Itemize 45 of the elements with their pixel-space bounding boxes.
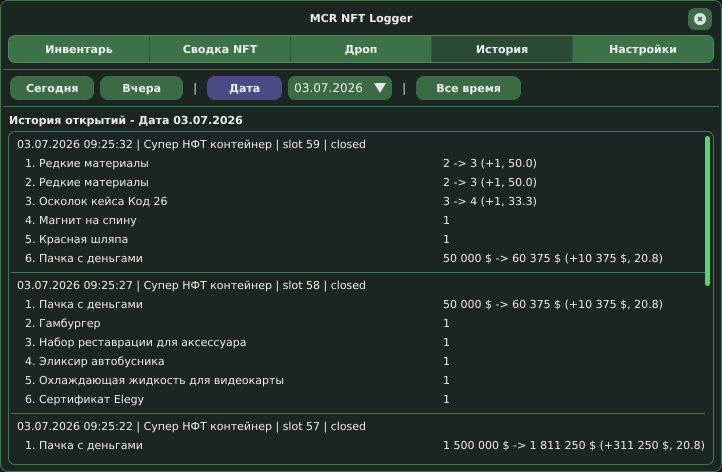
item-name: 4. Магнит на спину	[25, 213, 138, 229]
item-value: 1	[443, 316, 451, 332]
item-name: 2. Гамбургер	[25, 316, 102, 332]
item-name: 2. Редкие материалы	[25, 175, 150, 191]
separator: |	[192, 81, 198, 95]
item-value: 2 -> 3 (+1, 50.0)	[443, 175, 538, 191]
item-value: 3 -> 4 (+1, 33.3)	[443, 194, 538, 210]
close-icon	[694, 13, 706, 25]
item-value: 1	[443, 354, 451, 370]
item-value: 1	[443, 373, 451, 389]
entry-header: 03.07.2026 09:25:27 | Супер НФТ контейнер | slot 58 | closed	[17, 278, 368, 294]
item-value: 2 -> 3 (+1, 50.0)	[443, 156, 538, 172]
entry-header: 03.07.2026 09:25:32 | Супер НФТ контейнер | slot 59 | closed	[17, 137, 368, 153]
item-name: 1. Пачка с деньгами	[25, 438, 144, 454]
date-field[interactable]: 03.07.2026	[288, 76, 368, 100]
item-name: 3. Набор реставрации для аксессуара	[25, 335, 248, 351]
item-name: 6. Сертификат Elegy	[25, 392, 146, 408]
item-value: 1 500 000 $ -> 1 811 250 $ (+311 250 $, 20.8)	[443, 438, 705, 454]
item-name: 6. Пачка с деньгами	[25, 251, 144, 267]
filter-button[interactable]: Сегодня	[10, 76, 94, 100]
item-name: 5. Охлаждающая жидкость для видеокарты	[25, 373, 286, 389]
tab[interactable]: Инвентарь	[9, 36, 150, 62]
filter-button[interactable]: Дата	[207, 76, 282, 100]
item-name: 4. Эликсир автобусника	[25, 354, 166, 370]
item-value: 1	[443, 392, 451, 408]
item-name: 3. Осколок кейса Код 26	[25, 194, 168, 210]
entry-header: 03.07.2026 09:25:22 | Супер НФТ контейнер | slot 57 | closed	[17, 419, 368, 435]
item-value: 1	[443, 232, 451, 248]
item-value: 1	[443, 213, 451, 229]
window-title: MCR NFT Logger	[310, 12, 412, 24]
item-name: 1. Пачка с деньгами	[25, 297, 144, 313]
close-button[interactable]	[688, 8, 712, 30]
filter-button[interactable]: Вчера	[100, 76, 184, 100]
item-value: 1	[443, 335, 451, 351]
caret-icon	[374, 83, 386, 93]
separator: |	[401, 81, 408, 95]
filter-button[interactable]: Все время	[416, 76, 521, 100]
scrollbar[interactable]	[705, 136, 710, 286]
history-heading: История открытий - Дата 03.07.2026	[8, 113, 244, 129]
item-name: 1. Редкие материалы	[25, 156, 150, 172]
tab[interactable]: История	[432, 36, 573, 62]
item-value: 50 000 $ -> 60 375 $ (+10 375 $, 20.8)	[443, 251, 664, 267]
date-dropdown[interactable]: 03.07.2026	[288, 76, 392, 100]
item-value: 50 000 $ -> 60 375 $ (+10 375 $, 20.8)	[443, 297, 664, 313]
item-name: 5. Красная шляпа	[25, 232, 130, 248]
